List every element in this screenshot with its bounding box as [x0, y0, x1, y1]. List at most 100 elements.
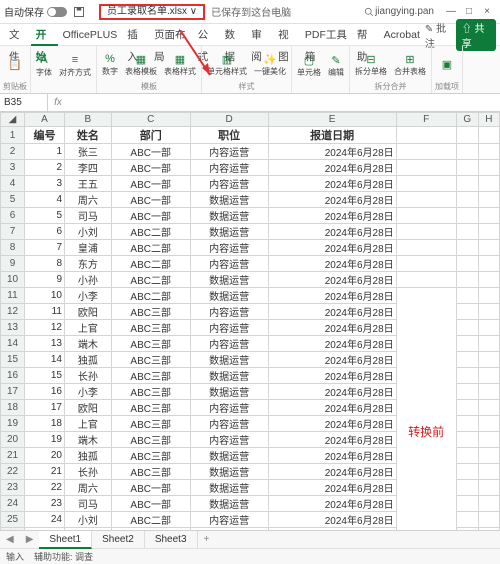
cell[interactable]: 内容运营 [190, 176, 268, 192]
autosave-toggle[interactable] [47, 7, 67, 17]
save-icon[interactable] [73, 6, 85, 18]
cell[interactable]: 数据运营 [190, 288, 268, 304]
tab-文件[interactable]: 文件 [4, 24, 31, 46]
cell[interactable]: 周六 [65, 480, 112, 496]
cell[interactable]: 内容运营 [190, 512, 268, 528]
row-header[interactable]: 23 [1, 480, 25, 496]
cell[interactable]: ABC一部 [111, 208, 190, 224]
tab-页面布局[interactable]: 页面布局 [149, 24, 193, 46]
cell[interactable]: 21 [25, 464, 65, 480]
cell[interactable]: 数据运营 [190, 480, 268, 496]
cell[interactable]: ABC二部 [111, 224, 190, 240]
row-header[interactable]: 11 [1, 288, 25, 304]
tab-视图[interactable]: 视图 [273, 24, 300, 46]
row-header[interactable]: 9 [1, 256, 25, 272]
cell[interactable]: ABC三部 [111, 400, 190, 416]
row-header[interactable]: 22 [1, 464, 25, 480]
cell[interactable]: 内容运营 [190, 336, 268, 352]
comments-button[interactable]: ✎ 批注 [425, 20, 452, 50]
cell[interactable]: 2024年6月28日 [268, 256, 396, 272]
cell[interactable]: 2024年6月28日 [268, 336, 396, 352]
cell[interactable]: 长孙 [65, 368, 112, 384]
sheet-prev[interactable]: ◀ [0, 534, 20, 545]
cell[interactable]: 8 [25, 256, 65, 272]
cell[interactable]: 1 [25, 144, 65, 160]
row-header[interactable]: 15 [1, 352, 25, 368]
cell[interactable]: 24 [25, 512, 65, 528]
row-header[interactable]: 16 [1, 368, 25, 384]
cell[interactable]: 2024年6月28日 [268, 208, 396, 224]
cell[interactable]: 数据运营 [190, 464, 268, 480]
cell[interactable]: 独孤 [65, 448, 112, 464]
cell[interactable]: 2024年6月28日 [268, 304, 396, 320]
cell[interactable]: 22 [25, 480, 65, 496]
filename-box[interactable]: 员工录取名单.xlsx ∨ [99, 4, 205, 20]
cell[interactable]: ABC三部 [111, 464, 190, 480]
table-header[interactable]: 姓名 [65, 127, 112, 144]
cell[interactable]: 12 [25, 320, 65, 336]
cell[interactable]: 小李 [65, 288, 112, 304]
cell[interactable]: 2024年6月28日 [268, 352, 396, 368]
tab-数据[interactable]: 数据 [219, 24, 246, 46]
tab-开始[interactable]: 开始 [31, 24, 58, 46]
cell[interactable]: 内容运营 [190, 304, 268, 320]
cell[interactable]: 2024年6月28日 [268, 288, 396, 304]
cell[interactable]: ABC一部 [111, 160, 190, 176]
cell[interactable]: ABC三部 [111, 448, 190, 464]
table-header[interactable]: 报道日期 [268, 127, 396, 144]
cell[interactable]: 周六 [65, 192, 112, 208]
cell[interactable]: 2024年6月28日 [268, 448, 396, 464]
cell[interactable]: 2024年6月28日 [268, 176, 396, 192]
row-header[interactable]: 20 [1, 432, 25, 448]
cell[interactable]: 2 [25, 160, 65, 176]
cell[interactable]: ABC一部 [111, 480, 190, 496]
cell[interactable]: 内容运营 [190, 240, 268, 256]
tab-审阅[interactable]: 审阅 [246, 24, 273, 46]
close-button[interactable]: × [480, 6, 494, 17]
tab-公式[interactable]: 公式 [193, 24, 220, 46]
cell[interactable]: 18 [25, 416, 65, 432]
beautify-button[interactable]: ✨一键美化 [252, 52, 288, 77]
cell[interactable]: 6 [25, 224, 65, 240]
cell[interactable]: ABC二部 [111, 256, 190, 272]
row-header[interactable]: 1 [1, 127, 25, 144]
cell[interactable]: 内容运营 [190, 400, 268, 416]
tab-OfficePLUS[interactable]: OfficePLUS [58, 24, 123, 46]
cell[interactable]: 13 [25, 336, 65, 352]
col-header-F[interactable]: F [396, 113, 456, 127]
cell[interactable]: 独孤 [65, 352, 112, 368]
cell[interactable]: 内容运营 [190, 432, 268, 448]
cell[interactable]: 5 [25, 208, 65, 224]
cell[interactable]: 23 [25, 496, 65, 512]
row-header[interactable]: 8 [1, 240, 25, 256]
cell[interactable]: 2024年6月28日 [268, 192, 396, 208]
cell[interactable]: 数据运营 [190, 352, 268, 368]
cell[interactable]: ABC三部 [111, 432, 190, 448]
cell[interactable]: 数据运营 [190, 448, 268, 464]
maximize-button[interactable]: □ [462, 6, 476, 17]
tab-插入[interactable]: 插入 [122, 24, 149, 46]
cell[interactable]: 小刘 [65, 512, 112, 528]
number-button[interactable]: %数字 [100, 52, 120, 77]
table-header[interactable]: 职位 [190, 127, 268, 144]
paste-button[interactable]: 📋 [6, 58, 24, 72]
row-header[interactable]: 17 [1, 384, 25, 400]
sheet-tab-Sheet2[interactable]: Sheet2 [92, 531, 145, 549]
cell[interactable]: 长孙 [65, 464, 112, 480]
cell[interactable]: 内容运营 [190, 416, 268, 432]
merge-button[interactable]: ⊞合并表格 [392, 52, 428, 77]
font-button[interactable]: A字体 [34, 53, 54, 78]
cell[interactable]: 司马 [65, 208, 112, 224]
fx-icon[interactable]: fx [48, 97, 68, 108]
tab-PDF工具箱[interactable]: PDF工具箱 [300, 24, 352, 46]
cell[interactable]: 欧阳 [65, 304, 112, 320]
cell[interactable]: 2024年6月28日 [268, 272, 396, 288]
cell[interactable]: ABC二部 [111, 240, 190, 256]
align-button[interactable]: ≡对齐方式 [57, 53, 93, 78]
tab-帮助[interactable]: 帮助 [352, 24, 379, 46]
cell[interactable]: 14 [25, 352, 65, 368]
cell[interactable]: 9 [25, 272, 65, 288]
cell[interactable]: 2024年6月28日 [268, 400, 396, 416]
name-box[interactable]: B35 [0, 94, 48, 111]
edit-button[interactable]: ✎编辑 [326, 53, 346, 78]
